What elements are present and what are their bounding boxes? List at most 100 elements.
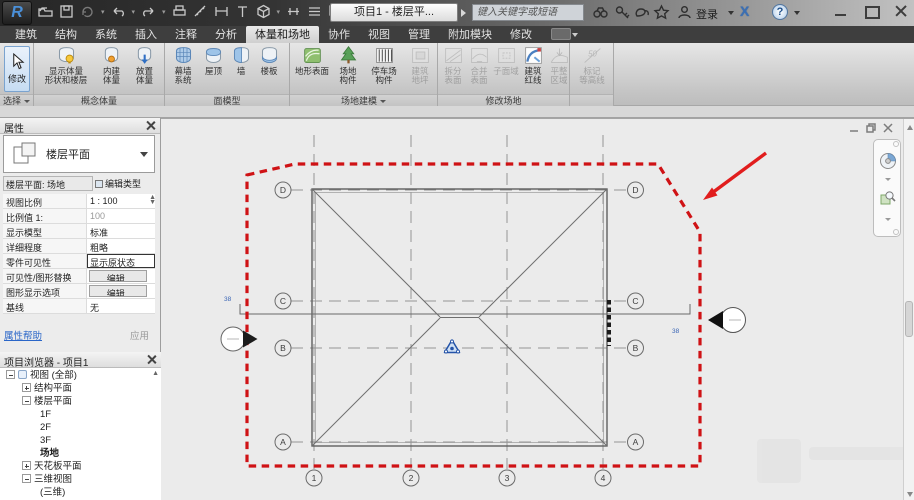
floor-by-face-button[interactable]: 楼板	[254, 45, 284, 76]
ribbon-display-toggle-icon[interactable]	[551, 28, 578, 40]
panel-caption-site-modeling[interactable]: 场地建模	[290, 94, 437, 106]
property-row[interactable]: 图形显示选项 编辑...	[3, 284, 155, 299]
key-icon[interactable]	[614, 4, 631, 21]
tree-item-views[interactable]: 视图 (全部)	[0, 369, 160, 382]
property-row[interactable]: 零件可见性 显示原状态	[3, 254, 155, 269]
signin-caret-icon[interactable]	[728, 11, 734, 15]
view-close-icon[interactable]	[883, 123, 893, 133]
tree-item-3f[interactable]: 3F	[0, 434, 160, 447]
project-browser-close-icon[interactable]	[146, 354, 157, 365]
toposurface-button[interactable]: 地形表面	[292, 45, 332, 76]
grid-bubbles-left[interactable]: D C B A	[274, 181, 292, 451]
annotation-arrow[interactable]	[703, 151, 768, 200]
property-row[interactable]: 视图比例 1 : 100 ▲	[3, 194, 156, 209]
property-row[interactable]: 比例值 1: 100	[3, 209, 155, 224]
tab-architecture[interactable]: 建筑	[6, 26, 46, 43]
tree-item-3d[interactable]: (三维)	[0, 486, 160, 499]
tab-annotate[interactable]: 注释	[166, 26, 206, 43]
zoom-caret-icon[interactable]	[885, 218, 891, 221]
tree-item-site[interactable]: 场地	[0, 447, 160, 460]
scroll-down-icon[interactable]	[906, 492, 913, 497]
dropdown-caret[interactable]: ▾	[101, 8, 105, 16]
tree-item-3d-views[interactable]: 三维视图	[0, 473, 160, 486]
graded-region-button[interactable]: 平整 区域	[546, 45, 572, 86]
zoom-tool-icon[interactable]	[880, 190, 896, 206]
canvas-vertical-scrollbar[interactable]	[903, 119, 914, 500]
vertical-grid-lines[interactable]	[313, 135, 604, 469]
dropdown-caret[interactable]: ▾	[132, 8, 136, 16]
tab-structure[interactable]: 结构	[46, 26, 86, 43]
minimize-button[interactable]	[834, 5, 848, 17]
maximize-button[interactable]	[864, 5, 880, 19]
label-contours-button[interactable]: 50 标记 等高线	[572, 45, 612, 86]
search-binoculars-icon[interactable]	[592, 4, 609, 21]
place-mass-button[interactable]: 放置 体量	[128, 45, 161, 86]
dropdown-caret[interactable]: ▾	[277, 8, 281, 16]
exchange-apps-icon[interactable]: X	[740, 3, 749, 19]
user-icon[interactable]	[676, 4, 693, 21]
tab-collaborate[interactable]: 协作	[319, 26, 359, 43]
tab-modify[interactable]: 修改	[501, 26, 541, 43]
aligned-dimension-icon[interactable]	[214, 4, 229, 19]
print-icon[interactable]	[172, 4, 187, 19]
wheel-caret-icon[interactable]	[885, 178, 891, 181]
building-mass[interactable]	[311, 188, 608, 447]
tree-item-structural-plans[interactable]: 结构平面	[0, 382, 160, 395]
parking-component-button[interactable]: 停车场 构件	[364, 45, 404, 86]
tab-addins[interactable]: 附加模块	[439, 26, 501, 43]
expand-icon[interactable]	[22, 461, 31, 470]
title-next-icon[interactable]	[461, 9, 466, 17]
property-row[interactable]: 显示模型 标准	[3, 224, 155, 239]
steering-wheel-icon[interactable]	[879, 152, 897, 170]
scroll-up-icon[interactable]	[906, 125, 913, 130]
search-input[interactable]	[472, 4, 584, 21]
site-component-button[interactable]: 场地 构件	[332, 45, 364, 86]
modify-tool-button[interactable]: 修改	[4, 46, 30, 92]
redo-icon[interactable]	[141, 4, 156, 19]
view-restore-icon[interactable]	[866, 123, 876, 133]
tree-item-1f[interactable]: 1F	[0, 408, 160, 421]
grid-bubbles-right[interactable]: D C B A	[627, 181, 644, 451]
tab-manage[interactable]: 管理	[399, 26, 439, 43]
type-selector-caret-icon[interactable]	[140, 151, 148, 157]
elevation-marker-east[interactable]	[708, 307, 746, 333]
tab-massing-site[interactable]: 体量和场地	[246, 26, 319, 43]
properties-header[interactable]: 属性	[0, 118, 160, 135]
property-line-boundary[interactable]	[245, 162, 702, 468]
scrollbar-thumb[interactable]	[905, 301, 913, 337]
open-icon[interactable]	[38, 4, 53, 19]
subregion-button[interactable]: 子面域	[492, 45, 520, 76]
drawing-area[interactable]: 38 38 D C B A D C B A 1 2 3 4	[161, 118, 914, 500]
thin-lines-icon[interactable]	[307, 4, 322, 19]
properties-help-link[interactable]: 属性帮助	[4, 328, 42, 342]
collapse-icon[interactable]	[22, 396, 31, 405]
panel-caption-conceptual-mass[interactable]: 概念体量	[34, 94, 164, 106]
sync-icon[interactable]	[80, 4, 95, 19]
properties-close-icon[interactable]	[145, 120, 156, 131]
dropdown-caret[interactable]: ▾	[162, 8, 166, 16]
property-row[interactable]: 详细程度 粗略	[3, 239, 155, 254]
building-pad-button[interactable]: 建筑 地坪	[404, 45, 436, 86]
save-icon[interactable]	[59, 4, 74, 19]
tab-view[interactable]: 视图	[359, 26, 399, 43]
close-button[interactable]	[894, 5, 908, 17]
wall-by-face-button[interactable]: 墙	[228, 45, 254, 76]
help-caret-icon[interactable]	[794, 11, 800, 15]
app-menu-button[interactable]: R	[2, 1, 32, 25]
text-icon[interactable]	[235, 4, 250, 19]
collapse-icon[interactable]	[6, 370, 15, 379]
tab-analyze[interactable]: 分析	[206, 26, 246, 43]
measure-icon[interactable]	[193, 4, 208, 19]
view-minimize-icon[interactable]	[849, 123, 859, 133]
elevation-marker-west[interactable]	[220, 326, 258, 352]
favorites-star-icon[interactable]	[653, 4, 670, 21]
collapse-icon[interactable]	[22, 474, 31, 483]
tab-systems[interactable]: 系统	[86, 26, 126, 43]
section-icon[interactable]	[286, 4, 301, 19]
reference-plane[interactable]	[239, 304, 691, 315]
panel-caption-modify-site[interactable]: 修改场地	[438, 94, 569, 106]
instance-selector[interactable]: 楼层平面: 场地	[3, 176, 93, 191]
tree-item-2f[interactable]: 2F	[0, 421, 160, 434]
panel-caption-select[interactable]: 选择	[0, 94, 33, 106]
show-mass-button[interactable]: 显示体量 形状和楼层	[37, 45, 95, 86]
